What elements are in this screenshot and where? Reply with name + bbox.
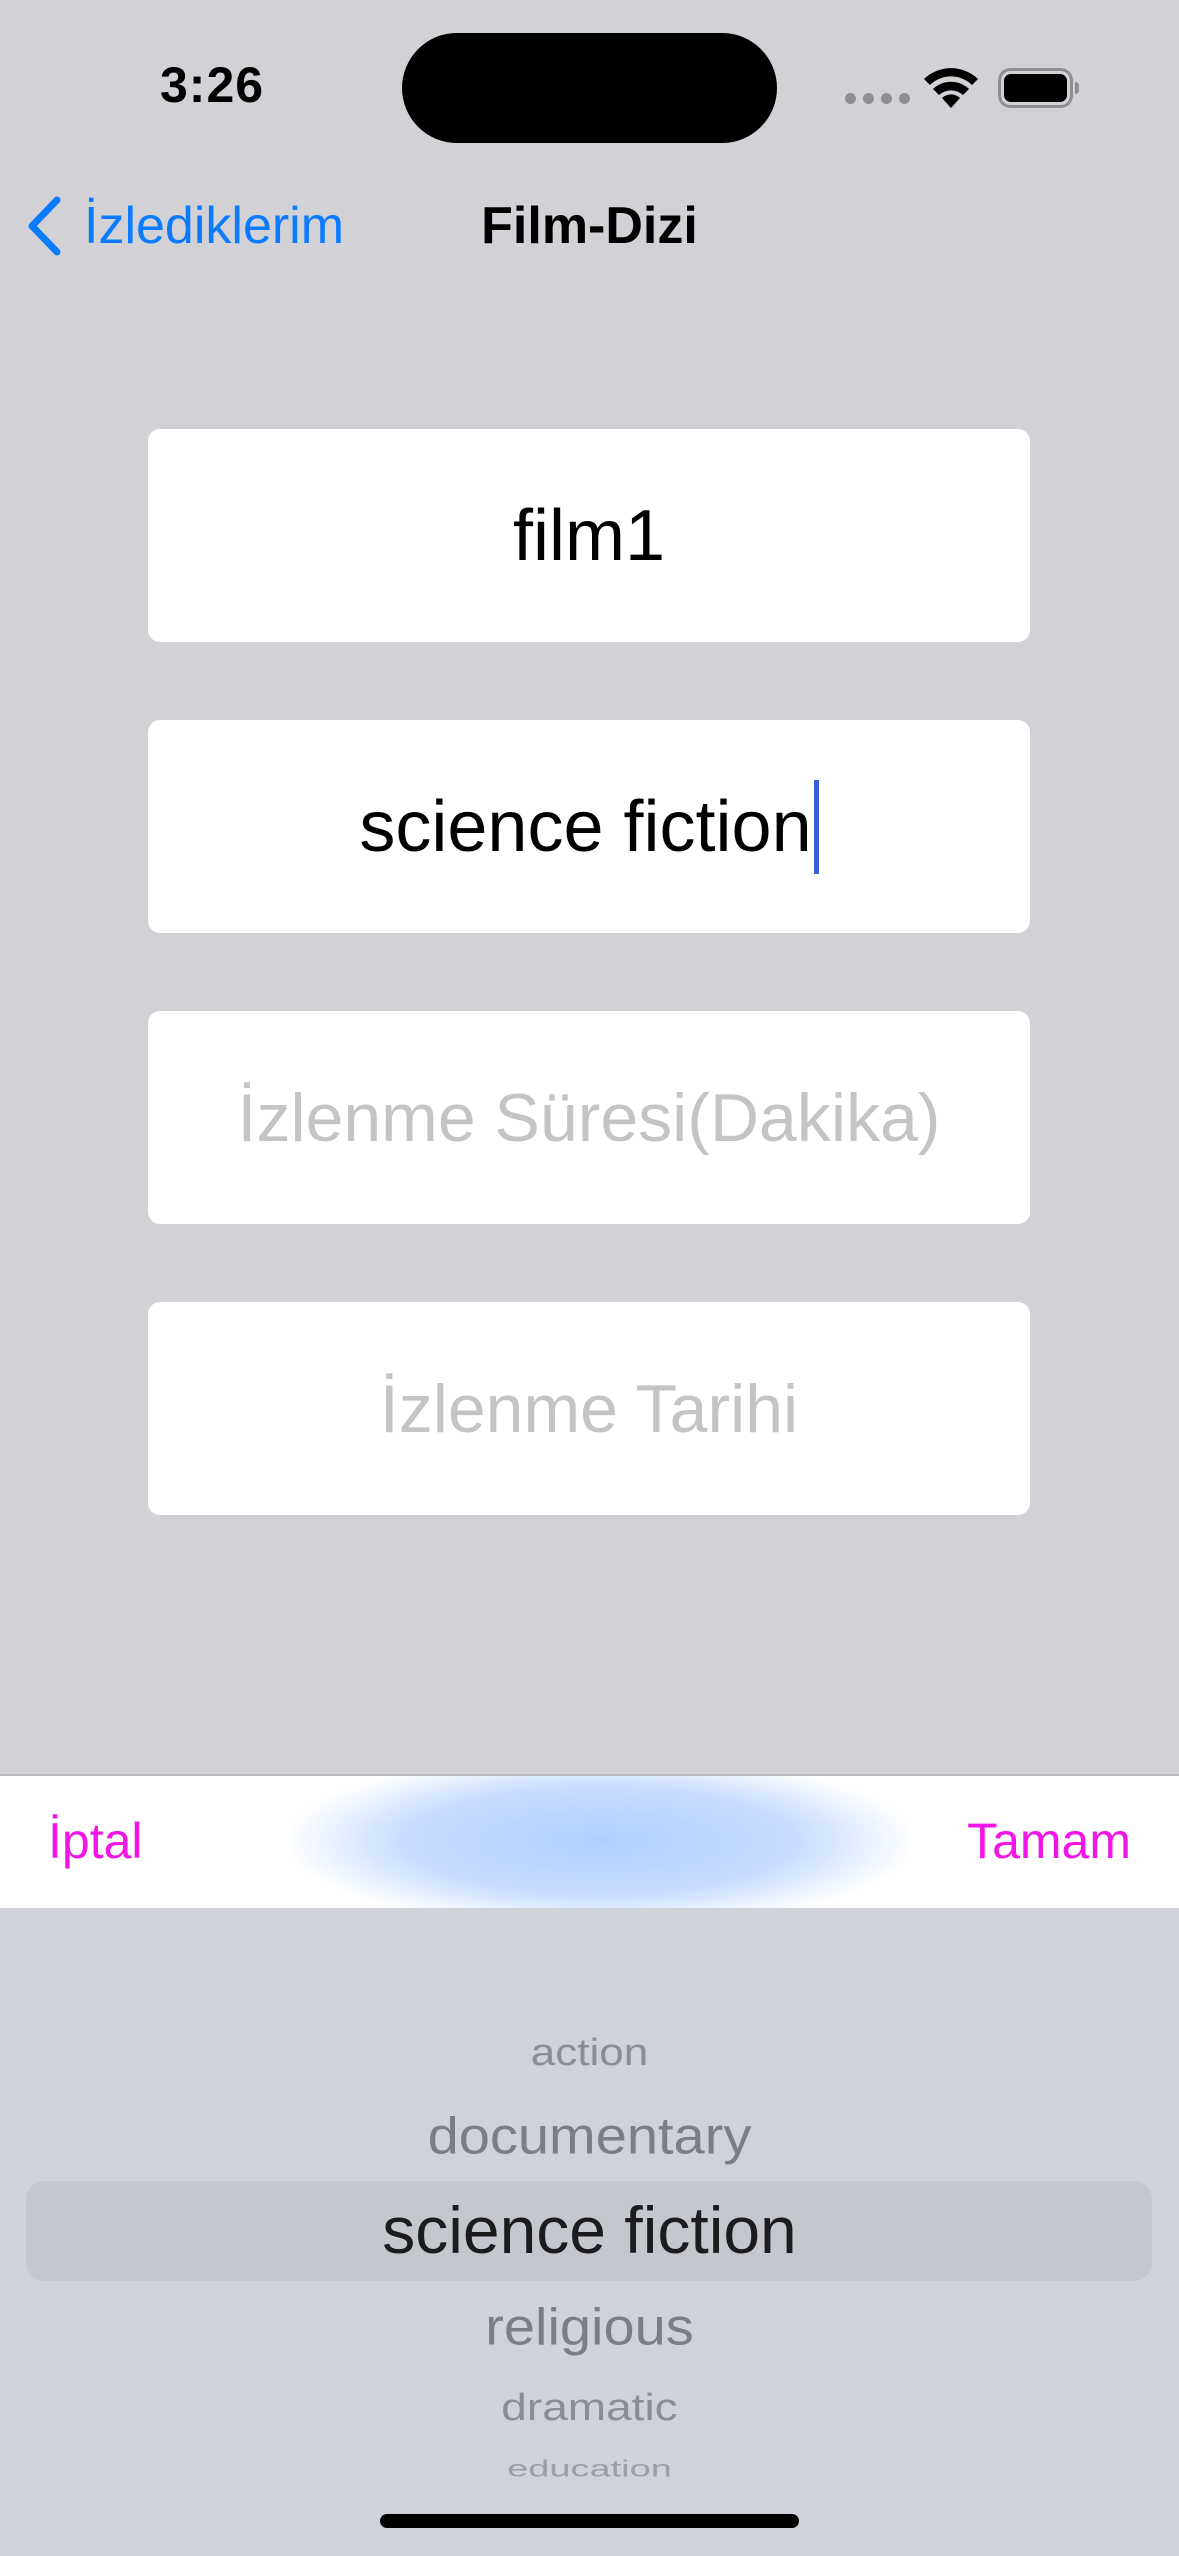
battery-icon [998,68,1079,108]
text-caret [813,779,819,874]
picker-option[interactable]: documentary [0,2106,1179,2166]
genre-field[interactable]: science fiction [148,720,1030,933]
duration-field-placeholder: İzlenme Süresi(Dakika) [237,1079,941,1156]
name-field[interactable]: film1 [148,429,1030,642]
home-indicator[interactable] [380,2514,799,2528]
toolbar-glow [290,1776,910,1910]
screen: 3:26 İzlediklerim Film-Dizi film1 scienc… [0,0,1179,2556]
genre-picker[interactable]: action documentary science fiction relig… [0,1908,1179,2556]
picker-option[interactable]: action [0,2032,1179,2075]
cellular-signal-icon [845,93,910,104]
wifi-icon [924,68,978,108]
page-title: Film-Dizi [481,197,698,255]
date-field[interactable]: İzlenme Tarihi [148,1302,1030,1515]
picker-option-selected[interactable]: science fiction [0,2192,1179,2268]
status-time: 3:26 [160,57,265,113]
picker-option[interactable]: religious [0,2297,1179,2357]
picker-option[interactable]: education [0,2457,1179,2483]
genre-field-value: science fiction [359,786,812,867]
picker-toolbar: İptal Tamam [0,1774,1179,1910]
name-field-value: film1 [512,495,665,576]
dynamic-island [402,33,777,143]
cancel-button[interactable]: İptal [48,1812,143,1870]
done-button[interactable]: Tamam [967,1812,1131,1870]
picker-option[interactable]: dramatic [0,2385,1179,2429]
duration-field[interactable]: İzlenme Süresi(Dakika) [148,1011,1030,1224]
date-field-placeholder: İzlenme Tarihi [379,1370,799,1447]
